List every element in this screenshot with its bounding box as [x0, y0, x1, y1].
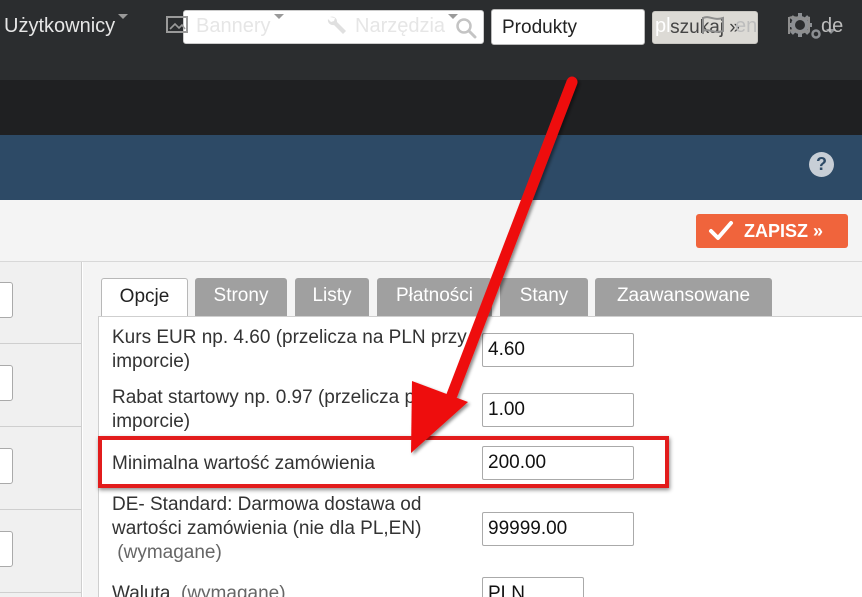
required-marker: (wymagane)	[181, 583, 286, 597]
caret-down-icon	[273, 14, 284, 19]
page-header	[0, 135, 862, 200]
main-nav	[0, 80, 862, 135]
language-label: pl	[655, 15, 671, 37]
list-item	[0, 511, 82, 593]
language-de[interactable]: de	[787, 0, 843, 55]
tab-listy[interactable]: Listy	[295, 278, 369, 316]
tab-opcje[interactable]: Opcje	[101, 278, 188, 317]
caret-down-icon	[118, 14, 129, 19]
field-label: DE- Standard: Darmowa dostawa od wartośc…	[112, 493, 472, 565]
help-icon[interactable]: ?	[809, 152, 834, 177]
nav-item-users[interactable]: Użytkownicy	[4, 0, 129, 55]
input-field[interactable]	[0, 448, 13, 484]
required-marker: (wymagane)	[117, 542, 222, 563]
language-en[interactable]: en	[701, 0, 757, 55]
save-button-label: ZAPISZ »	[744, 221, 824, 241]
flag-icon	[702, 15, 724, 34]
field-label: Waluta (wymagane)	[112, 582, 352, 597]
nav-item-label: Bannery	[196, 15, 271, 37]
language-label: de	[821, 15, 844, 37]
flag-icon	[788, 15, 810, 34]
nav-item-tools[interactable]: Narzędzia	[325, 0, 459, 55]
tab-platnosci[interactable]: Płatności	[377, 278, 492, 316]
image-icon	[166, 15, 188, 33]
start-discount-input[interactable]: 1.00	[482, 393, 634, 427]
nav-item-label: Narzędzia	[355, 15, 446, 37]
tab-stany[interactable]: Stany	[500, 278, 588, 316]
free-shipping-threshold-input[interactable]: 99999.00	[482, 512, 634, 546]
list-item	[0, 262, 82, 344]
caret-down-icon	[448, 14, 459, 19]
flag-icon	[622, 16, 644, 34]
list-item	[0, 428, 82, 510]
input-field[interactable]	[0, 531, 13, 567]
field-label: Kurs EUR np. 4.60 (przelicza na PLN przy…	[112, 327, 467, 372]
eur-rate-input[interactable]: 4.60	[482, 333, 634, 367]
tab-strony[interactable]: Strony	[195, 278, 287, 316]
wrench-icon	[327, 16, 346, 34]
search-category-value: Produkty	[502, 17, 577, 38]
highlight-box	[98, 436, 669, 488]
field-label-text: DE- Standard: Darmowa dostawa od wartośc…	[112, 494, 422, 539]
language-pl[interactable]: pl	[621, 0, 671, 55]
list-item	[0, 345, 82, 427]
field-label-text: Waluta	[112, 583, 171, 597]
input-field[interactable]	[0, 365, 13, 401]
save-button[interactable]: ZAPISZ »	[696, 214, 848, 248]
nav-item-banners[interactable]: Bannery	[166, 0, 284, 55]
field-label: Rabat startowy np. 0.97 (przelicza przy …	[112, 387, 441, 432]
search-icon[interactable]	[455, 17, 477, 39]
currency-input[interactable]: PLN	[482, 577, 584, 597]
tab-zaawansowane[interactable]: Zaawansowane	[595, 278, 772, 316]
nav-item-label: Użytkownicy	[4, 15, 116, 37]
check-icon	[709, 221, 733, 240]
language-label: en	[735, 15, 758, 37]
input-field[interactable]	[0, 282, 13, 318]
left-column	[0, 262, 82, 597]
